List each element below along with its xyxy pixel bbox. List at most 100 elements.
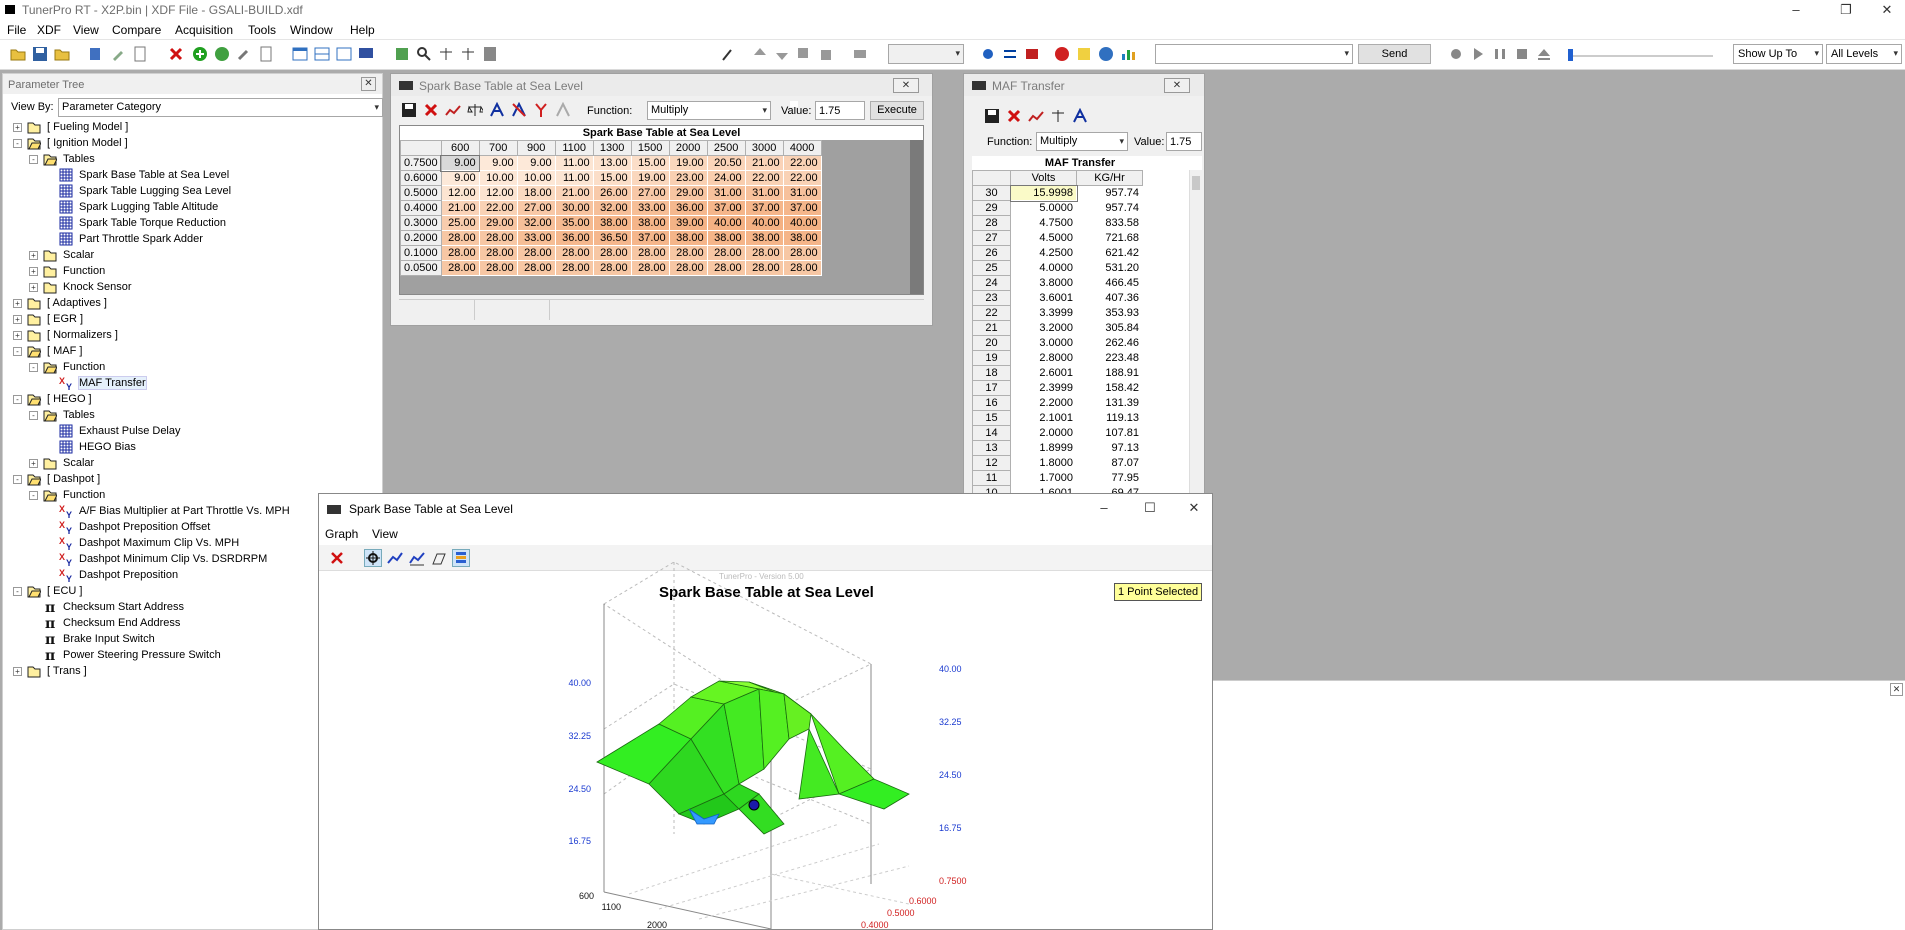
close-icon[interactable]: ✕: [1869, 0, 1905, 20]
table-cell[interactable]: 28.00: [782, 260, 822, 276]
table-cell[interactable]: 1.8000: [1010, 455, 1077, 471]
table-cell[interactable]: 37.00: [744, 200, 784, 216]
table-cell[interactable]: 28.00: [478, 260, 518, 276]
new-file-icon[interactable]: [132, 46, 148, 62]
calculator-icon[interactable]: [482, 46, 498, 62]
table-cell[interactable]: 21.00: [744, 155, 784, 171]
table-cell[interactable]: 4.7500: [1010, 215, 1077, 231]
dashboard-icon[interactable]: [1098, 46, 1114, 62]
chip-icon[interactable]: [852, 46, 868, 62]
table-cell[interactable]: 36.50: [592, 230, 632, 246]
eject-icon[interactable]: [1536, 46, 1552, 62]
output-close-icon[interactable]: ✕: [1890, 683, 1903, 696]
calendar-icon[interactable]: [336, 46, 352, 62]
collapse-icon[interactable]: -: [29, 411, 38, 420]
table-cell[interactable]: 22.00: [744, 170, 784, 186]
collapse-icon[interactable]: -: [29, 155, 38, 164]
row-header[interactable]: 19: [972, 350, 1011, 366]
compare-icon[interactable]: [467, 102, 483, 118]
table-cell[interactable]: 77.95: [1076, 470, 1143, 486]
close-red-icon[interactable]: [423, 102, 439, 118]
close-red-icon[interactable]: [1006, 108, 1022, 124]
table-cell[interactable]: 188.91: [1076, 365, 1143, 381]
table-cell[interactable]: 10.00: [478, 170, 518, 186]
table-cell[interactable]: 28.00: [630, 260, 670, 276]
table-cell[interactable]: 32.00: [516, 215, 556, 231]
row-header[interactable]: 11: [972, 470, 1011, 486]
row-header[interactable]: 22: [972, 305, 1011, 321]
table-cell[interactable]: 31.00: [744, 185, 784, 201]
command-combo[interactable]: ▾: [1155, 44, 1353, 64]
restore-icon[interactable]: ❐: [1828, 0, 1864, 20]
table-cell[interactable]: 2.3999: [1010, 380, 1077, 396]
table-cell[interactable]: 19.00: [630, 170, 670, 186]
minimize-icon[interactable]: –: [1778, 0, 1814, 20]
table-cell[interactable]: 15.00: [630, 155, 670, 171]
arrow-down-icon[interactable]: [774, 46, 790, 62]
table-cell[interactable]: 87.07: [1076, 455, 1143, 471]
table-cell[interactable]: 28.00: [744, 260, 784, 276]
table-cell[interactable]: 25.00: [440, 215, 480, 231]
table-cell[interactable]: 9.00: [440, 170, 480, 186]
maf-function-select[interactable]: Multiply ▾: [1036, 132, 1128, 151]
table-cell[interactable]: 28.00: [516, 260, 556, 276]
menu-compare[interactable]: Compare: [112, 23, 161, 37]
tree-close-icon[interactable]: ✕: [361, 77, 376, 91]
collapse-icon[interactable]: -: [13, 395, 22, 404]
table-cell[interactable]: 33.00: [630, 200, 670, 216]
table-cell[interactable]: 27.00: [630, 185, 670, 201]
expand-icon[interactable]: +: [29, 459, 38, 468]
pause-icon[interactable]: [1492, 46, 1508, 62]
column-header[interactable]: Volts: [1010, 170, 1077, 186]
table-cell[interactable]: 407.36: [1076, 290, 1143, 306]
table-cell[interactable]: 107.81: [1076, 425, 1143, 441]
table-cell[interactable]: 37.00: [630, 230, 670, 246]
column-header[interactable]: 2500: [706, 140, 746, 156]
expand-icon[interactable]: +: [29, 283, 38, 292]
table-cell[interactable]: 353.93: [1076, 305, 1143, 321]
table-cell[interactable]: 28.00: [592, 260, 632, 276]
compare-scale-icon[interactable]: [438, 46, 454, 62]
window-split-icon[interactable]: [314, 46, 330, 62]
table-cell[interactable]: 12.00: [478, 185, 518, 201]
row-header[interactable]: 18: [972, 365, 1011, 381]
font-a-icon[interactable]: [1072, 108, 1088, 124]
table-cell[interactable]: 531.20: [1076, 260, 1143, 276]
copy-icon[interactable]: [796, 46, 812, 62]
table-cell[interactable]: 38.00: [630, 215, 670, 231]
table-cell[interactable]: 28.00: [744, 245, 784, 261]
table-cell[interactable]: 28.00: [630, 245, 670, 261]
table-cell[interactable]: 9.00: [478, 155, 518, 171]
note-icon[interactable]: [1076, 46, 1092, 62]
globe-icon[interactable]: [214, 46, 230, 62]
monitor-icon[interactable]: [358, 46, 374, 62]
table-cell[interactable]: 33.00: [516, 230, 556, 246]
row-header[interactable]: 17: [972, 380, 1011, 396]
table-cell[interactable]: 38.00: [706, 230, 746, 246]
page-icon[interactable]: [258, 46, 274, 62]
record-dot-icon[interactable]: [1448, 46, 1464, 62]
table-cell[interactable]: 39.00: [668, 215, 708, 231]
table-cell[interactable]: 28.00: [440, 245, 480, 261]
table-cell[interactable]: 28.00: [440, 230, 480, 246]
table-cell[interactable]: 15.9998: [1009, 184, 1078, 202]
binary-icon[interactable]: [394, 46, 410, 62]
row-header[interactable]: 25: [972, 260, 1011, 276]
row-header[interactable]: 28: [972, 215, 1011, 231]
column-header[interactable]: 1300: [592, 140, 632, 156]
table-cell[interactable]: 28.00: [554, 245, 594, 261]
table-cell[interactable]: 1.8999: [1010, 440, 1077, 456]
table-cell[interactable]: 305.84: [1076, 320, 1143, 336]
spark-grid-scrollbar[interactable]: [910, 140, 923, 294]
collapse-icon[interactable]: -: [13, 475, 22, 484]
row-header[interactable]: 0.7500: [400, 155, 442, 171]
table-cell[interactable]: 38.00: [744, 230, 784, 246]
row-header[interactable]: 12: [972, 455, 1011, 471]
bar-chart-icon[interactable]: [1120, 46, 1136, 62]
table-cell[interactable]: 2.2000: [1010, 395, 1077, 411]
expand-icon[interactable]: +: [13, 315, 22, 324]
table-cell[interactable]: 21.00: [554, 185, 594, 201]
open-file-icon[interactable]: [54, 46, 70, 62]
table-cell[interactable]: 833.58: [1076, 215, 1143, 231]
record-icon[interactable]: [1054, 46, 1070, 62]
